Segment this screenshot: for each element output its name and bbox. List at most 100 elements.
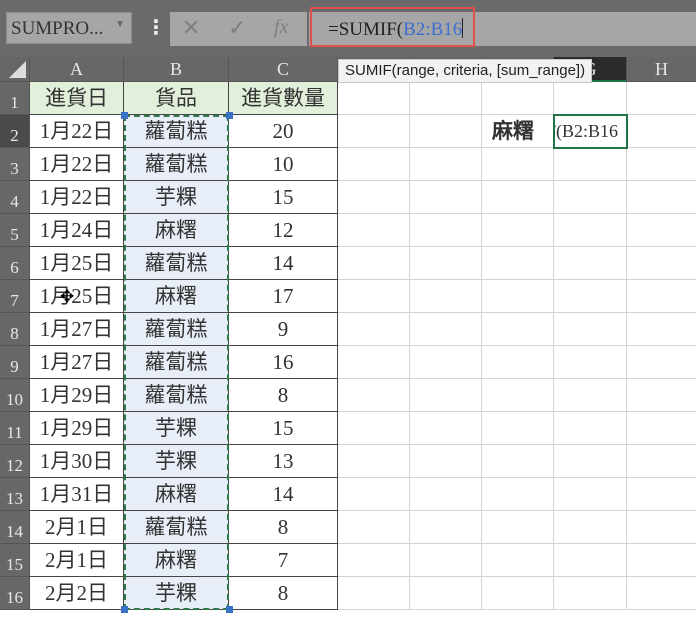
cell[interactable] bbox=[554, 445, 627, 478]
cell[interactable] bbox=[338, 478, 410, 511]
table-header-cell[interactable]: 貨品 bbox=[124, 82, 229, 115]
table-cell[interactable]: 8 bbox=[229, 379, 338, 412]
row-header-14[interactable]: 14 bbox=[0, 511, 30, 544]
selection-handle[interactable] bbox=[226, 112, 233, 119]
table-cell[interactable]: 15 bbox=[229, 181, 338, 214]
table-cell[interactable]: 1月27日 bbox=[30, 313, 124, 346]
cell[interactable] bbox=[627, 544, 696, 577]
cell[interactable] bbox=[482, 379, 554, 412]
cell[interactable] bbox=[410, 148, 482, 181]
table-cell[interactable]: 10 bbox=[229, 148, 338, 181]
cell[interactable] bbox=[338, 577, 410, 610]
column-header-A[interactable]: A bbox=[30, 57, 124, 82]
table-cell[interactable]: 蘿蔔糕 bbox=[124, 346, 229, 379]
table-cell[interactable]: 芋粿 bbox=[124, 181, 229, 214]
cell[interactable] bbox=[627, 82, 696, 115]
cell[interactable] bbox=[627, 313, 696, 346]
table-cell[interactable]: 麻糬 bbox=[124, 280, 229, 313]
table-cell[interactable]: 1月31日 bbox=[30, 478, 124, 511]
row-header-8[interactable]: 8 bbox=[0, 313, 30, 346]
row-header-6[interactable]: 6 bbox=[0, 247, 30, 280]
selection-handle[interactable] bbox=[121, 606, 128, 613]
table-cell[interactable]: 芋粿 bbox=[124, 445, 229, 478]
table-cell[interactable]: 14 bbox=[229, 478, 338, 511]
table-cell[interactable]: 麻糬 bbox=[124, 214, 229, 247]
table-cell[interactable]: 9 bbox=[229, 313, 338, 346]
cell[interactable] bbox=[627, 445, 696, 478]
insert-function-icon[interactable]: fx bbox=[274, 16, 288, 39]
cell[interactable] bbox=[338, 511, 410, 544]
cell[interactable] bbox=[338, 313, 410, 346]
table-cell[interactable]: 1月22日 bbox=[30, 148, 124, 181]
cell[interactable] bbox=[338, 445, 410, 478]
cell[interactable] bbox=[482, 412, 554, 445]
table-cell[interactable]: 麻糬 bbox=[124, 478, 229, 511]
cell[interactable] bbox=[410, 181, 482, 214]
table-cell[interactable]: 15 bbox=[229, 412, 338, 445]
cell[interactable] bbox=[338, 544, 410, 577]
cell[interactable] bbox=[554, 379, 627, 412]
cell[interactable] bbox=[410, 115, 482, 148]
row-header-13[interactable]: 13 bbox=[0, 478, 30, 511]
cell[interactable] bbox=[410, 247, 482, 280]
cell[interactable] bbox=[554, 577, 627, 610]
cell[interactable] bbox=[410, 280, 482, 313]
cell[interactable] bbox=[410, 82, 482, 115]
table-cell[interactable]: 1月22日 bbox=[30, 181, 124, 214]
cell[interactable] bbox=[482, 577, 554, 610]
cell[interactable] bbox=[338, 379, 410, 412]
table-cell[interactable]: 12 bbox=[229, 214, 338, 247]
row-header-16[interactable]: 16 bbox=[0, 577, 30, 610]
cell[interactable] bbox=[554, 82, 627, 115]
selection-handle[interactable] bbox=[226, 606, 233, 613]
cell[interactable] bbox=[627, 577, 696, 610]
row-header-1[interactable]: 1 bbox=[0, 82, 30, 115]
cell[interactable] bbox=[627, 247, 696, 280]
table-header-cell[interactable]: 進貨數量 bbox=[229, 82, 338, 115]
function-tooltip[interactable]: SUMIF(range, criteria, [sum_range]) bbox=[338, 59, 592, 83]
row-header-12[interactable]: 12 bbox=[0, 445, 30, 478]
table-cell[interactable]: 1月22日 bbox=[30, 115, 124, 148]
table-cell[interactable]: 1月29日 bbox=[30, 379, 124, 412]
table-cell[interactable]: 蘿蔔糕 bbox=[124, 247, 229, 280]
formula-input[interactable]: =SUMIF(B2:B16 bbox=[310, 7, 475, 47]
cell[interactable] bbox=[627, 181, 696, 214]
table-cell[interactable]: 2月1日 bbox=[30, 544, 124, 577]
cell[interactable] bbox=[338, 115, 410, 148]
chevron-down-icon[interactable]: ▼ bbox=[115, 19, 125, 30]
cell[interactable] bbox=[482, 214, 554, 247]
cell[interactable] bbox=[627, 412, 696, 445]
table-cell[interactable]: 2月1日 bbox=[30, 511, 124, 544]
cell[interactable] bbox=[338, 82, 410, 115]
cell[interactable] bbox=[482, 181, 554, 214]
table-cell[interactable]: 芋粿 bbox=[124, 577, 229, 610]
cell[interactable] bbox=[338, 346, 410, 379]
cell[interactable] bbox=[554, 478, 627, 511]
cell[interactable] bbox=[554, 214, 627, 247]
name-box[interactable]: SUMPRO... ▼ bbox=[6, 12, 132, 44]
table-cell[interactable]: 2月2日 bbox=[30, 577, 124, 610]
table-cell[interactable]: 13 bbox=[229, 445, 338, 478]
cell[interactable] bbox=[482, 478, 554, 511]
table-cell[interactable]: 1月25日 bbox=[30, 247, 124, 280]
column-header-H[interactable]: H bbox=[627, 57, 696, 82]
cell[interactable] bbox=[410, 478, 482, 511]
cell[interactable] bbox=[554, 247, 627, 280]
table-cell[interactable]: 1月27日 bbox=[30, 346, 124, 379]
row-header-15[interactable]: 15 bbox=[0, 544, 30, 577]
cell[interactable] bbox=[410, 313, 482, 346]
active-cell[interactable]: F(B2:B16 bbox=[553, 114, 628, 149]
criteria-label-cell[interactable]: 麻糬 bbox=[482, 115, 554, 148]
table-cell[interactable]: 8 bbox=[229, 511, 338, 544]
row-header-2[interactable]: 2 bbox=[0, 115, 30, 148]
table-cell[interactable]: 蘿蔔糕 bbox=[124, 511, 229, 544]
cell[interactable] bbox=[482, 280, 554, 313]
table-cell[interactable]: 8 bbox=[229, 577, 338, 610]
cancel-icon[interactable]: ✕ bbox=[182, 16, 200, 41]
row-header-3[interactable]: 3 bbox=[0, 148, 30, 181]
cell[interactable] bbox=[410, 379, 482, 412]
cell[interactable] bbox=[338, 214, 410, 247]
cell[interactable] bbox=[627, 379, 696, 412]
table-cell[interactable]: 蘿蔔糕 bbox=[124, 379, 229, 412]
select-all-button[interactable] bbox=[0, 57, 30, 82]
